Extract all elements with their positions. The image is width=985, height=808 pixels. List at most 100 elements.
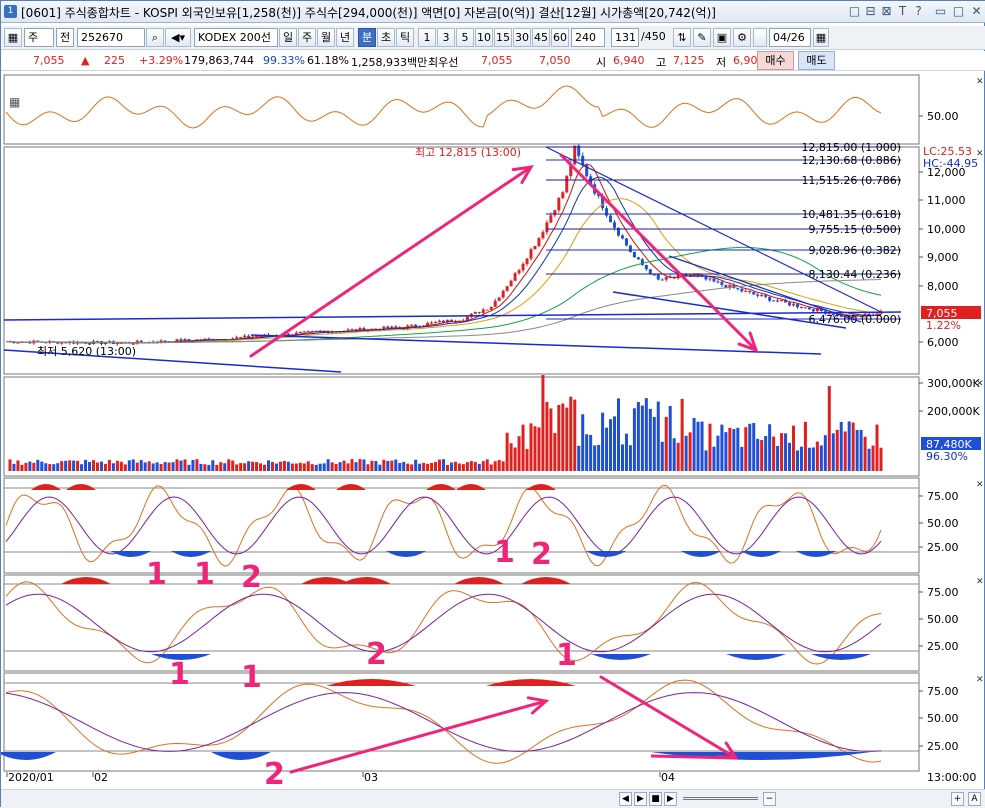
date-checkbox[interactable] (753, 28, 767, 47)
bid-price: 7,050 (539, 54, 571, 67)
ask-price: 7,055 (481, 54, 513, 67)
volume-bar (243, 463, 247, 471)
chart-mode-select[interactable]: 전 (56, 28, 74, 47)
play-icon[interactable]: ▶ (664, 792, 677, 806)
save-icon[interactable]: ▣ (713, 28, 731, 47)
volume-bar (716, 435, 720, 471)
annot-number-1: 1 (194, 557, 215, 592)
volume-bar (744, 427, 748, 471)
scroll-bar[interactable]: ◀ ▶ ■ ▶ − + A (1, 789, 985, 808)
minute-15[interactable]: 15 (494, 28, 512, 47)
page-input[interactable]: 131 (611, 28, 639, 47)
candle (644, 264, 648, 270)
scroll-prev-icon[interactable]: ◀ (619, 792, 632, 806)
volume-bar (601, 412, 605, 471)
candle (764, 295, 768, 297)
period-week[interactable]: 주 (298, 28, 316, 47)
period-minute[interactable]: 분 (358, 28, 376, 47)
minute-5[interactable]: 5 (456, 28, 474, 47)
stock-name-field[interactable]: KODEX 200선 (194, 28, 278, 47)
candle (525, 258, 529, 264)
calendar-icon[interactable]: ▦ (813, 28, 829, 47)
minute-45[interactable]: 45 (532, 28, 550, 47)
market-type-select[interactable]: 주 (24, 28, 54, 47)
fib-label-3: 10,481.35 (0.618) (801, 208, 901, 221)
zoom-in-icon[interactable]: + (951, 792, 964, 806)
candle (473, 311, 477, 314)
volume-bar (573, 399, 577, 471)
candle (16, 342, 20, 344)
volume-bar (99, 461, 103, 471)
sell-button[interactable]: 매도 (798, 51, 835, 70)
search-icon[interactable]: ⌕ (146, 28, 164, 47)
indicator-icon[interactable]: ⇅ (673, 28, 691, 47)
volume-bar (577, 445, 581, 471)
split-icon[interactable]: ⊟ (863, 4, 878, 19)
stop-icon[interactable]: ■ (649, 792, 662, 806)
volume-bar (493, 461, 497, 471)
period-tick[interactable]: 틱 (396, 28, 414, 47)
volume-bar (780, 433, 784, 471)
volume-bar (167, 462, 171, 471)
volume-bar (251, 461, 255, 471)
zoom-slider[interactable] (683, 797, 758, 800)
candle (708, 278, 712, 280)
period-year[interactable]: 년 (336, 28, 354, 47)
candle (517, 270, 521, 274)
minute-30[interactable]: 30 (513, 28, 531, 47)
close-icon[interactable]: ✕ (969, 4, 984, 19)
volume-bar (597, 444, 601, 471)
period-second[interactable]: 초 (377, 28, 395, 47)
candle (489, 306, 493, 310)
date-input[interactable]: 04/26 (769, 28, 811, 47)
volume-bar (314, 464, 318, 471)
link-icon[interactable]: ⊠ (879, 4, 894, 19)
volume-bar (259, 463, 263, 471)
font-size-icon[interactable]: A (968, 792, 981, 806)
volume-bar (318, 463, 322, 471)
minute-10[interactable]: 10 (475, 28, 493, 47)
zoom-out-icon[interactable]: − (763, 792, 776, 806)
volume-bar (553, 433, 557, 471)
volume-bar (223, 463, 227, 471)
volume-bar (823, 435, 827, 471)
ratio-value-1: 99.33% (263, 54, 305, 67)
period-day[interactable]: 일 (279, 28, 297, 47)
candle (302, 331, 306, 333)
chart-area[interactable]: ✕✕✕✕✕✕50.0012,00011,00010,0009,0008,0006… (1, 72, 985, 789)
period-month[interactable]: 월 (317, 28, 335, 47)
minute-select[interactable]: 240 (571, 28, 605, 47)
candle (561, 192, 565, 198)
text-size-icon[interactable]: T (895, 4, 910, 19)
scroll-next-icon[interactable]: ▶ (634, 792, 647, 806)
volume-bar (370, 460, 374, 471)
candle (752, 292, 756, 295)
sound-icon[interactable]: ◀▾ (165, 28, 191, 47)
minute-1[interactable]: 1 (418, 28, 436, 47)
high-price-label: 최고 12,815 (13:00) (415, 146, 521, 159)
volume-bar (430, 463, 434, 471)
volume-bar (879, 447, 883, 471)
volume-bar (652, 416, 656, 471)
maximize-icon[interactable]: □ (951, 4, 966, 19)
minute-3[interactable]: 3 (437, 28, 455, 47)
help-icon[interactable]: ? (911, 4, 926, 19)
volume-bar (211, 460, 215, 471)
minimize-icon[interactable]: ▭ (933, 4, 948, 19)
gear-icon[interactable]: ⚙ (733, 28, 751, 47)
volume-bar (457, 463, 461, 471)
volume-bar (732, 429, 736, 471)
candle (529, 249, 533, 259)
restore-icon[interactable]: □ (847, 4, 862, 19)
buy-button[interactable]: 매수 (757, 51, 794, 70)
candle (501, 290, 505, 298)
volume-bar (103, 463, 107, 471)
layout-icon[interactable]: ▦ (4, 28, 22, 47)
draw-icon[interactable]: ✎ (693, 28, 711, 47)
low-price-label: 최저 5,620 (13:00) (37, 345, 136, 358)
volume-bar (740, 446, 744, 471)
code-input[interactable]: 252670 (77, 28, 145, 47)
volume-bar (107, 459, 111, 471)
volume-bar (92, 460, 95, 471)
minute-60[interactable]: 60 (551, 28, 569, 47)
